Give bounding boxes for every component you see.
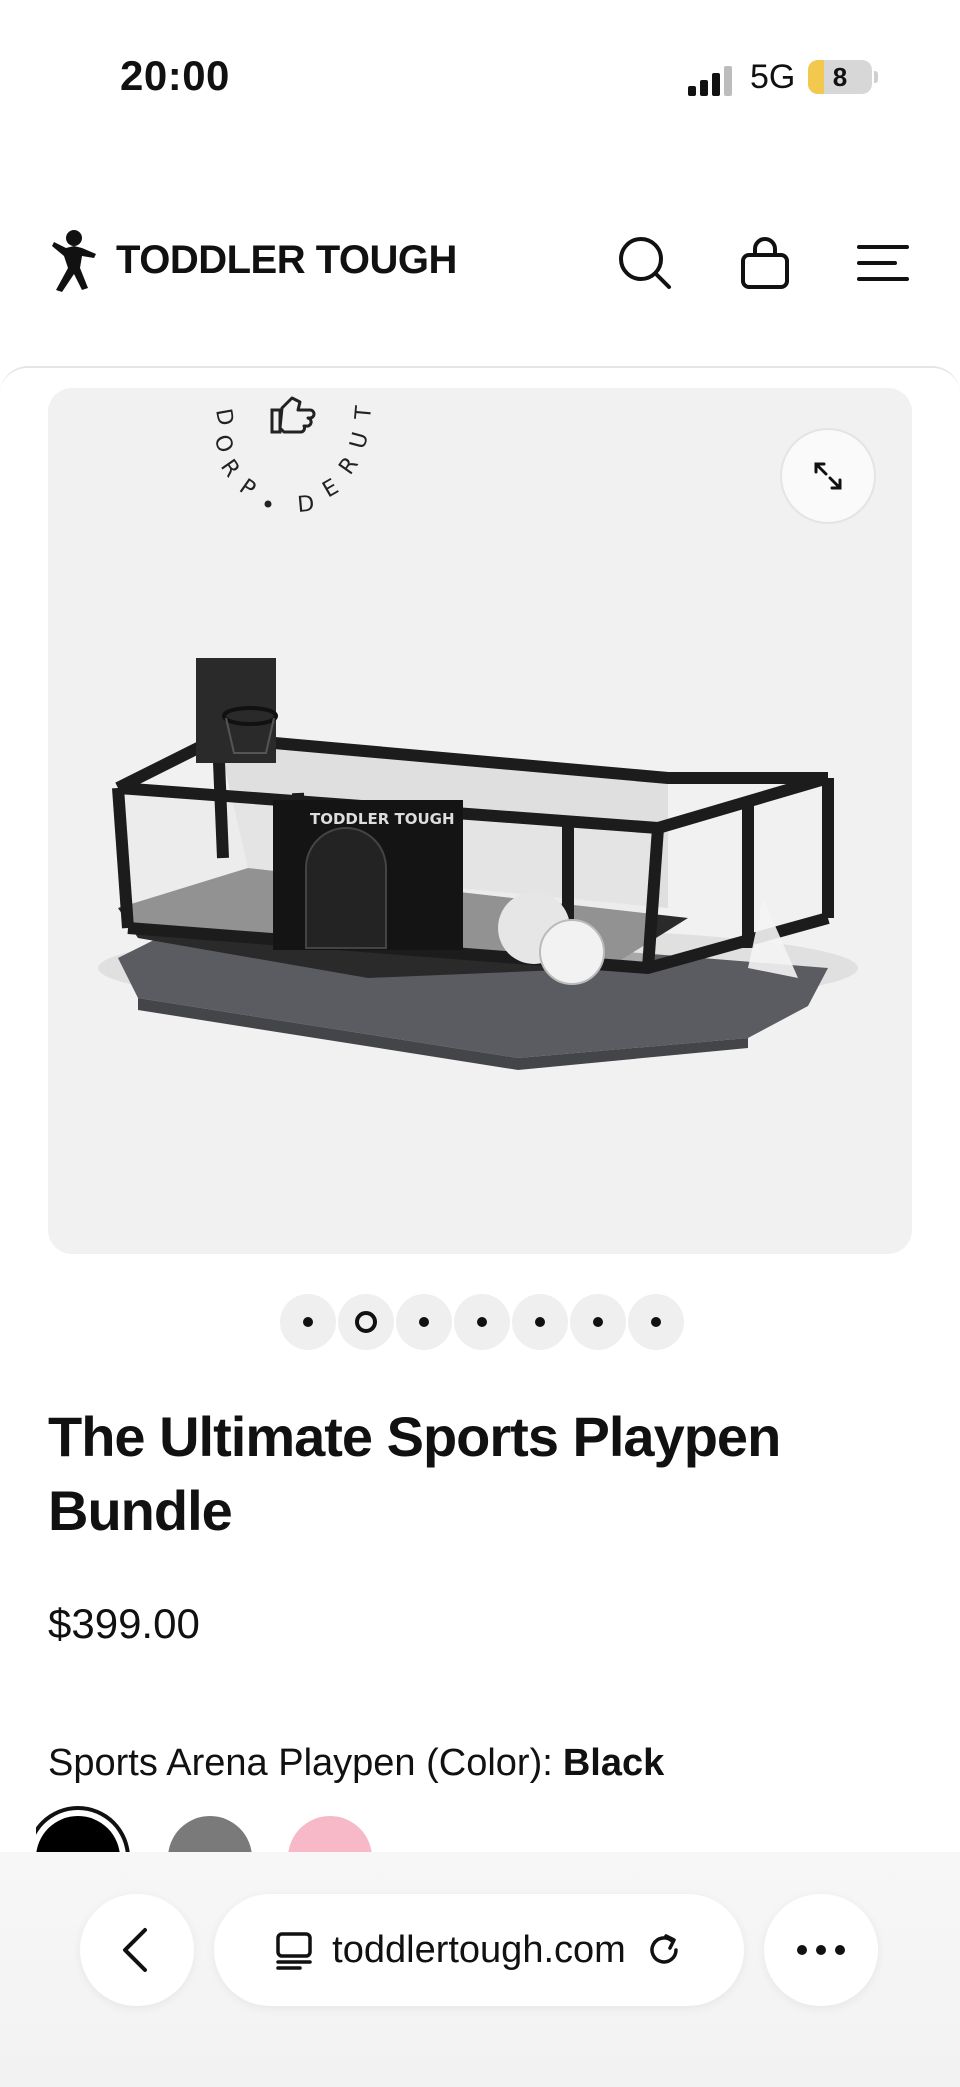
gallery-dot[interactable] [396, 1294, 452, 1350]
hamburger-menu-icon [857, 245, 909, 281]
svg-text:D: D [210, 407, 238, 428]
product-price: $399.00 [48, 1600, 200, 1647]
swatch-pink[interactable] [288, 1816, 372, 1852]
svg-text:D: D [296, 492, 315, 518]
gallery-dot[interactable] [512, 1294, 568, 1350]
gallery-dot[interactable] [454, 1294, 510, 1350]
color-option-row: Sports Arena Playpen (Color): Black [48, 1742, 664, 1785]
playpen-product-image: TODDLER TOUGH [98, 658, 858, 1070]
battery-level: 8 [832, 62, 848, 92]
ellipsis-icon [797, 1945, 845, 1955]
site-header: TODDLER TOUGH [0, 210, 960, 320]
brand-logo-text[interactable]: TODDLER TOUGH [116, 238, 457, 283]
color-swatches [36, 1804, 936, 1852]
search-icon [619, 237, 671, 289]
page-tabs-icon [276, 1932, 312, 1970]
more-options-button[interactable] [764, 1894, 878, 2006]
svg-text:T: T [351, 404, 377, 421]
gallery-dot[interactable] [570, 1294, 626, 1350]
gallery-dot[interactable] [280, 1294, 336, 1350]
gallery-dot[interactable] [628, 1294, 684, 1350]
svg-text:P: P [235, 474, 260, 502]
product-title: The Ultimate Sports Playpen Bundle [48, 1405, 781, 1542]
svg-text:U: U [346, 430, 374, 452]
menu-button[interactable] [848, 228, 918, 298]
reload-icon[interactable] [644, 1930, 684, 1970]
expand-image-button[interactable] [780, 428, 876, 524]
shopping-bag-icon [741, 237, 789, 289]
color-option-value: Black [562, 1742, 665, 1784]
chevron-left-icon [123, 1928, 147, 1972]
swatch-black[interactable] [36, 1816, 120, 1852]
featured-product-badge: D O R P D E R U T [208, 396, 377, 518]
browser-toolbar: toddlertough.com [0, 1852, 960, 2087]
gallery-pagination [280, 1294, 684, 1350]
status-bar: 20:00 5G 8 [0, 0, 960, 150]
status-time: 20:00 [120, 52, 230, 99]
network-type: 5G [750, 58, 796, 96]
product-image-gallery[interactable]: D O R P D E R U T TODDLER TOUGH [48, 388, 912, 1254]
svg-text:R: R [215, 455, 244, 482]
battery-cap [874, 71, 878, 83]
cart-button[interactable] [730, 228, 800, 298]
swatch-gray[interactable] [168, 1816, 252, 1852]
expand-arrows-icon [814, 462, 842, 490]
cellular-signal-icon [688, 66, 732, 96]
playpen-brand-label: TODDLER TOUGH [310, 810, 455, 828]
color-option-label: Sports Arena Playpen (Color): [48, 1742, 553, 1784]
svg-text:R: R [334, 453, 363, 480]
address-bar[interactable]: toddlertough.com [214, 1894, 744, 2006]
address-url: toddlertough.com [332, 1928, 626, 1971]
svg-text:O: O [208, 432, 237, 457]
battery-icon: 8 [808, 60, 872, 94]
back-button[interactable] [80, 1894, 194, 2006]
toddler-logo-icon[interactable] [44, 228, 104, 298]
svg-text:E: E [319, 475, 344, 504]
gallery-dot-active[interactable] [338, 1294, 394, 1350]
search-button[interactable] [610, 228, 680, 298]
